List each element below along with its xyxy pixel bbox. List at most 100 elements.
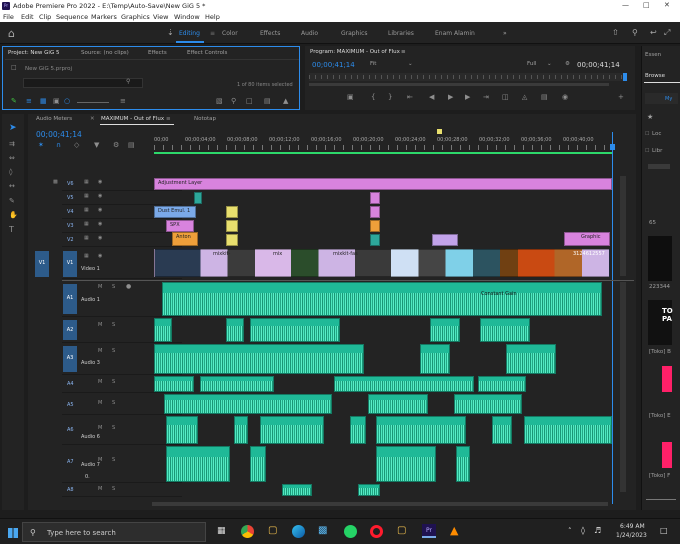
sort-icon[interactable]: ≡ — [120, 98, 126, 105]
go-to-in-icon[interactable]: ⇤ — [407, 94, 413, 101]
clip[interactable] — [524, 416, 612, 444]
clip[interactable] — [226, 220, 238, 232]
play-icon[interactable]: ▶ — [448, 94, 453, 101]
track-target-a8[interactable]: A8 — [67, 487, 74, 493]
template-thumb-2[interactable]: TO PA — [648, 300, 673, 345]
home-icon[interactable]: ⌂ — [8, 27, 15, 40]
clip[interactable] — [370, 192, 380, 204]
clip[interactable] — [226, 234, 238, 246]
list-view-icon[interactable]: ≡ — [26, 98, 32, 105]
icon-view-icon[interactable]: ▦ — [40, 98, 47, 105]
clip-adjustment-layer[interactable]: Adjustment Layer — [154, 178, 612, 190]
premiere-taskbar-icon[interactable]: Pr — [422, 524, 436, 538]
settings-wrench-icon[interactable]: ⚙ — [565, 61, 570, 67]
zoom-out-icon[interactable]: ○ — [64, 98, 70, 105]
pencil-icon[interactable]: ✎ — [11, 98, 17, 105]
step-forward-icon[interactable]: ▶ — [465, 94, 470, 101]
mute-button[interactable]: M — [98, 426, 102, 431]
mute-button[interactable]: M — [98, 349, 102, 354]
menu-window[interactable]: Window — [174, 13, 200, 21]
clip[interactable] — [370, 220, 380, 232]
selection-tool-icon[interactable]: ➤ — [9, 124, 17, 133]
clip[interactable] — [376, 446, 436, 482]
menu-file[interactable]: File — [3, 13, 14, 21]
mute-button[interactable]: M — [98, 380, 102, 385]
step-back-icon[interactable]: ◀ — [429, 94, 434, 101]
template-thumb-4[interactable] — [662, 442, 672, 468]
solo-button[interactable]: S — [112, 426, 115, 431]
vlc-icon[interactable]: ▲ — [450, 524, 458, 537]
track-select-tool-icon[interactable]: ⇉ — [9, 141, 15, 148]
template-item-2[interactable]: 223344 — [649, 284, 670, 290]
mute-button[interactable]: M — [98, 285, 102, 290]
mark-in-icon[interactable]: { — [371, 94, 375, 101]
marker-icon[interactable]: ▣ — [347, 94, 354, 101]
clip-v1-video[interactable]: mixkit- mix mixkit-fas 3124612557 — [154, 249, 610, 277]
minimize-button[interactable]: — — [622, 1, 629, 9]
library-checkbox[interactable]: ☐ — [645, 148, 649, 154]
video-scrollbar[interactable] — [620, 176, 626, 276]
clip-a1-audio[interactable]: Constant Gain — [162, 282, 602, 316]
scroll-track[interactable] — [648, 164, 670, 169]
lift-icon[interactable]: ◫ — [502, 94, 509, 101]
clip[interactable] — [164, 394, 332, 414]
clock-date[interactable]: 1/24/2023 — [616, 532, 647, 539]
zoom-slider[interactable] — [77, 102, 109, 103]
clip[interactable] — [154, 344, 364, 374]
sync-lock-icon[interactable]: ▦ — [84, 194, 89, 199]
search-input[interactable] — [23, 78, 143, 88]
clip[interactable] — [492, 416, 512, 444]
clip[interactable] — [368, 394, 428, 414]
fullscreen-icon[interactable]: ⤢ — [664, 28, 670, 38]
workspace-graphics[interactable]: Graphics — [341, 30, 368, 37]
ripple-edit-tool-icon[interactable]: ⇔ — [9, 155, 15, 162]
zoom-chevron-icon[interactable]: ⌄ — [408, 61, 413, 67]
solo-button[interactable]: S — [112, 380, 115, 385]
quick-export-icon[interactable]: ↩ — [650, 28, 657, 37]
source-patch-v1[interactable]: V1 — [35, 251, 49, 277]
horizontal-scrollbar[interactable] — [152, 502, 608, 506]
clip[interactable] — [166, 446, 230, 482]
add-button-icon[interactable]: + — [618, 94, 624, 101]
close-button[interactable]: ✕ — [664, 1, 670, 9]
tab-source[interactable]: Source: (no clips) — [81, 50, 129, 56]
template-item-1[interactable]: 65 — [649, 220, 656, 226]
import-icon[interactable]: ⇣ — [167, 28, 174, 37]
eye-icon[interactable]: ◉ — [98, 180, 102, 185]
tab-effect-controls[interactable]: Effect Controls — [187, 50, 227, 56]
clip[interactable] — [350, 416, 366, 444]
clip[interactable] — [154, 376, 194, 392]
eye-icon[interactable]: ◉ — [98, 208, 102, 213]
clip[interactable] — [234, 416, 248, 444]
notifications-icon[interactable]: □ — [660, 526, 668, 535]
track-volume-a7[interactable]: 0. — [85, 474, 90, 480]
menu-graphics[interactable]: Graphics — [121, 13, 150, 21]
sync-lock-icon[interactable]: ▦ — [84, 254, 89, 259]
folder-icon[interactable]: ▢ — [397, 525, 406, 536]
file-explorer-icon[interactable]: ▢ — [268, 525, 277, 536]
menu-clip[interactable]: Clip — [39, 13, 51, 21]
menu-help[interactable]: Help — [205, 13, 220, 21]
clock-time[interactable]: 6:49 AM — [620, 523, 645, 530]
clip[interactable] — [194, 192, 202, 204]
workspace-editing[interactable]: Editing — [179, 30, 200, 37]
clip[interactable] — [250, 318, 340, 342]
thumb-size-slider[interactable] — [646, 499, 676, 500]
task-view-icon[interactable]: ▦ — [217, 526, 226, 536]
solo-button[interactable]: S — [112, 285, 115, 290]
clip[interactable] — [370, 234, 380, 246]
pen-tool-icon[interactable]: ✎ — [9, 198, 15, 205]
track-target-v4[interactable]: V4 — [67, 209, 74, 215]
sync-lock-icon[interactable]: ▦ — [84, 222, 89, 227]
clip[interactable] — [334, 376, 474, 392]
go-to-out-icon[interactable]: ⇥ — [483, 94, 489, 101]
workspace-color[interactable]: Color — [222, 30, 238, 37]
new-bin-icon[interactable]: □ — [246, 98, 253, 105]
template-item-4[interactable]: [Toko] E — [649, 413, 671, 419]
wifi-icon[interactable]: ◊ — [581, 526, 585, 535]
clip[interactable] — [226, 206, 238, 218]
resolution-select[interactable]: Full — [527, 61, 536, 67]
clip[interactable] — [154, 318, 172, 342]
program-timecode[interactable]: 00;00;41;14 — [312, 61, 355, 69]
menu-view[interactable]: View — [153, 13, 168, 21]
